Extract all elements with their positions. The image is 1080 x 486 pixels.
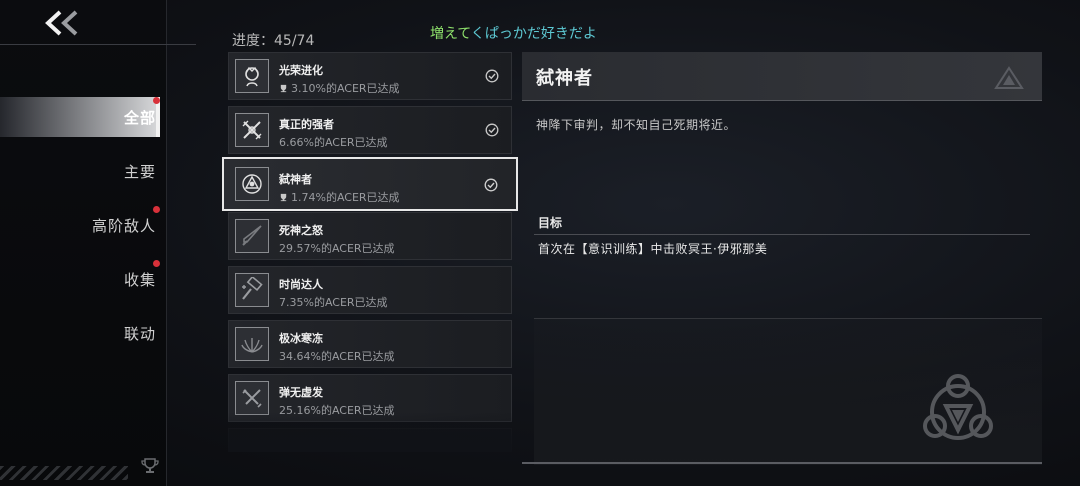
achievement-rate-text: 1.74%的ACER已达成 xyxy=(291,191,400,204)
achievement-rate-text: 6.66%的ACER已达成 xyxy=(279,136,388,149)
tab-main-label: 主要 xyxy=(123,162,156,181)
achievement-item[interactable]: 时尚达人 7.35%的ACER已达成 xyxy=(228,266,512,314)
list-fade xyxy=(228,412,512,452)
tab-elite-enemies[interactable]: 高阶敌人 xyxy=(0,205,160,245)
goal-text: 首次在【意识训练】中击败冥王·伊邪那美 xyxy=(538,242,768,256)
banner-part-2: くぱっかだ好きだよ xyxy=(470,26,597,42)
trophy-icon xyxy=(280,84,287,92)
completed-check-icon xyxy=(485,69,499,83)
blade-icon xyxy=(235,219,269,253)
completed-check-icon xyxy=(484,178,498,192)
achievement-list[interactable]: 光荣进化 3.10%的ACER已达成 真正的强者 6.66%的ACER已达成 死… xyxy=(228,52,512,452)
achievement-item[interactable]: 死神之怒 29.57%的ACER已达成 xyxy=(228,212,512,260)
trophy-icon xyxy=(141,458,159,473)
achievement-title: 时尚达人 xyxy=(279,278,323,291)
achievement-rate: 29.57%的ACER已达成 xyxy=(279,240,395,256)
achievement-rate: 6.66%的ACER已达成 xyxy=(279,134,388,150)
tab-collection[interactable]: 收集 xyxy=(0,259,160,299)
decorative-hatch xyxy=(0,466,128,480)
tab-all-label: 全部 xyxy=(123,108,156,127)
achievement-emblem-icon xyxy=(923,374,993,440)
achievement-item[interactable]: 极冰寒冻 34.64%的ACER已达成 xyxy=(228,320,512,368)
game-logo-icon xyxy=(994,66,1024,89)
banner-text: 増えてくぱっかだ好きだよ xyxy=(430,23,597,43)
triangle-sigil-icon xyxy=(235,167,269,201)
detail-bottom-line xyxy=(522,462,1042,464)
achievement-detail-panel: 弑神者 神降下审判，却不知自己死期将近。 目标 首次在【意识训练】中击败冥王·伊… xyxy=(522,52,1042,465)
crossed-weapons-icon xyxy=(235,113,269,147)
ice-flower-icon xyxy=(235,327,269,361)
tab-main[interactable]: 主要 xyxy=(0,151,160,191)
tab-all-notification-dot xyxy=(153,97,160,104)
achievement-title: 弑神者 xyxy=(279,173,312,186)
goal-label: 目标 xyxy=(538,216,563,230)
achievement-item[interactable]: 光荣进化 3.10%的ACER已达成 xyxy=(228,52,512,100)
achievement-rate: 1.74%的ACER已达成 xyxy=(279,189,400,205)
goal-divider xyxy=(534,234,1030,235)
achievement-title: 光荣进化 xyxy=(279,64,323,77)
achievement-item-selected[interactable]: 弑神者 1.74%的ACER已达成 xyxy=(222,157,518,211)
achievement-rate: 34.64%的ACER已达成 xyxy=(279,348,395,364)
progress-counter: 进度：45/74 xyxy=(232,33,315,49)
hammer-icon xyxy=(235,273,269,307)
tab-all[interactable]: 全部 xyxy=(0,97,160,137)
tab-collection-label: 收集 xyxy=(123,270,156,289)
achievement-title: 弹无虚发 xyxy=(279,386,323,399)
crossed-guns-icon xyxy=(235,381,269,415)
trophy-icon xyxy=(280,193,287,201)
achievement-rate-text: 34.64%的ACER已达成 xyxy=(279,350,395,363)
detail-title: 弑神者 xyxy=(536,68,593,89)
detail-header: 弑神者 xyxy=(522,52,1042,101)
tab-collab-label: 联动 xyxy=(123,324,156,343)
achievement-title: 死神之怒 xyxy=(279,224,323,237)
tab-elite-enemies-label: 高阶敌人 xyxy=(91,216,156,235)
achievement-title: 真正的强者 xyxy=(279,118,334,131)
tab-collab[interactable]: 联动 xyxy=(0,313,160,353)
achievement-item[interactable]: 真正的强者 6.66%的ACER已达成 xyxy=(228,106,512,154)
achievement-title: 极冰寒冻 xyxy=(279,332,323,345)
achievement-rate-text: 7.35%的ACER已达成 xyxy=(279,296,388,309)
top-bar xyxy=(0,0,196,45)
achievement-rate: 7.35%的ACER已达成 xyxy=(279,294,388,310)
detail-description: 神降下审判，却不知自己死期将近。 xyxy=(536,118,737,132)
completed-check-icon xyxy=(485,123,499,137)
achievement-rate: 3.10%的ACER已达成 xyxy=(279,80,400,96)
banner-part-1: 増えて xyxy=(430,26,471,42)
achievement-rate-text: 29.57%的ACER已达成 xyxy=(279,242,395,255)
tab-collection-notification-dot xyxy=(153,260,160,267)
back-icon[interactable] xyxy=(44,8,92,38)
achievement-rate-text: 3.10%的ACER已达成 xyxy=(291,82,400,95)
tab-elite-notification-dot xyxy=(153,206,160,213)
face-badge-icon xyxy=(235,59,269,93)
